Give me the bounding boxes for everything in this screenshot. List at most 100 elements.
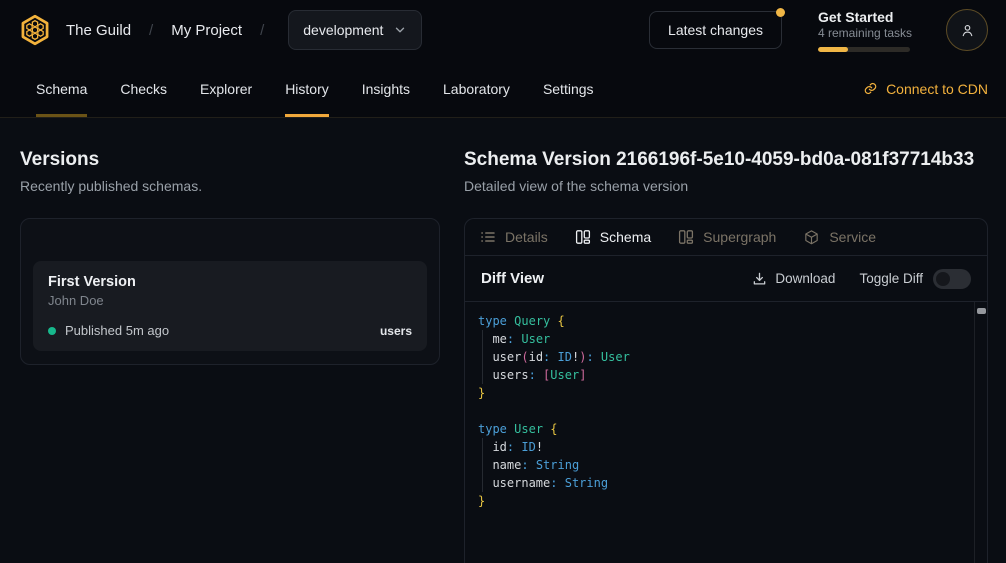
indent-guide [482, 438, 483, 492]
versions-title: Versions [20, 148, 440, 172]
user-avatar[interactable] [946, 9, 988, 51]
code-line: type User { [478, 420, 961, 438]
code-token: ID [558, 350, 572, 364]
code-token: username [492, 476, 550, 490]
breadcrumb-separator: / [145, 22, 157, 39]
code-token: ( [521, 350, 528, 364]
environment-selector-value: development [303, 22, 383, 38]
code-token: User [601, 350, 630, 364]
detail-tab-details[interactable]: Details [480, 229, 548, 245]
connect-to-cdn-link[interactable]: Connect to CDN [863, 60, 988, 117]
detail-tab-service[interactable]: Service [803, 229, 876, 246]
schema-code-viewer[interactable]: type Query { me: User user(id: ID!): Use… [465, 302, 987, 563]
code-token [478, 440, 492, 454]
get-started-widget[interactable]: Get Started 4 remaining tasks [818, 9, 910, 52]
code-token: me [492, 332, 506, 346]
version-list-item[interactable]: First Version John Doe Published 5m ago … [33, 261, 427, 351]
schema-version-subtitle: Detailed view of the schema version [464, 178, 988, 194]
versions-subtitle: Recently published schemas. [20, 178, 440, 194]
hive-logo-icon[interactable] [18, 13, 52, 47]
detail-tab-schema[interactable]: Schema [575, 229, 651, 245]
detail-tab-label: Service [829, 229, 876, 245]
version-author: John Doe [48, 293, 412, 308]
nav-tab-history[interactable]: History [285, 60, 329, 117]
code-line: type Query { [478, 312, 961, 330]
nav-tab-insights[interactable]: Insights [362, 60, 410, 117]
code-token [529, 458, 536, 472]
environment-selector[interactable]: development [288, 10, 422, 50]
download-icon [752, 271, 767, 286]
code-line: } [478, 492, 961, 510]
code-token: users [492, 368, 528, 382]
detail-tab-label: Schema [600, 229, 651, 245]
code-token: } [478, 386, 485, 400]
code-line: name: String [478, 456, 961, 474]
code-lines: type Query { me: User user(id: ID!): Use… [478, 312, 961, 510]
code-token: : [521, 458, 528, 472]
code-token [550, 314, 557, 328]
get-started-progress-fill [818, 47, 848, 52]
breadcrumb-project[interactable]: My Project [171, 22, 242, 39]
download-label: Download [775, 271, 835, 286]
toggle-knob [936, 272, 950, 286]
code-scrollbar [974, 302, 987, 563]
version-detail-panel: Details Schema Supergraph Service Diff View… [464, 218, 988, 563]
code-token: String [565, 476, 608, 490]
code-token: User [550, 368, 579, 382]
code-token: { [558, 314, 565, 328]
code-token: User [521, 332, 550, 346]
toggle-diff-switch[interactable] [933, 269, 971, 289]
versions-list-card: First Version John Doe Published 5m ago … [20, 218, 440, 365]
code-token: Query [514, 314, 550, 328]
nav-tab-checks[interactable]: Checks [120, 60, 167, 117]
main-content: Versions Recently published schemas. Fir… [0, 118, 1006, 563]
code-scrollbar-thumb[interactable] [977, 308, 986, 314]
code-token [557, 476, 564, 490]
code-token: User [514, 422, 543, 436]
code-token: name [492, 458, 521, 472]
detail-tab-label: Supergraph [703, 229, 776, 245]
nav-tab-settings[interactable]: Settings [543, 60, 594, 117]
code-line [478, 402, 961, 420]
latest-changes-button[interactable]: Latest changes [649, 11, 782, 49]
code-line: id: ID! [478, 438, 961, 456]
detail-tabs: Details Schema Supergraph Service [465, 219, 987, 256]
diff-toolbar: Diff View Download Toggle Diff [465, 256, 987, 302]
code-token [536, 368, 543, 382]
detail-tab-supergraph[interactable]: Supergraph [678, 229, 776, 245]
code-token [550, 350, 557, 364]
download-button[interactable]: Download [752, 271, 835, 286]
code-token: : [586, 350, 593, 364]
link-icon [863, 81, 878, 96]
primary-nav: Schema Checks Explorer History Insights Labor… [0, 60, 1006, 118]
version-service-badge: users [380, 324, 412, 338]
nav-tabs: Schema Checks Explorer History Insights Labor… [36, 60, 627, 117]
version-name: First Version [48, 274, 412, 290]
person-icon [959, 22, 976, 39]
code-token: ! [536, 440, 543, 454]
list-icon [480, 229, 496, 245]
notification-dot [776, 8, 785, 17]
versions-panel: Versions Recently published schemas. Fir… [20, 148, 440, 563]
published-status-dot [48, 327, 56, 335]
code-token [594, 350, 601, 364]
code-token: ID [521, 440, 535, 454]
columns-icon [575, 229, 591, 245]
breadcrumb-org[interactable]: The Guild [66, 22, 131, 39]
nav-tab-schema[interactable]: Schema [36, 60, 87, 117]
get-started-progress-bar [818, 47, 910, 52]
code-token: user [492, 350, 521, 364]
code-token: type [478, 314, 507, 328]
cube-icon [803, 229, 820, 246]
nav-tab-explorer[interactable]: Explorer [200, 60, 252, 117]
code-token [478, 476, 492, 490]
code-line: } [478, 384, 961, 402]
get-started-subtitle: 4 remaining tasks [818, 26, 910, 41]
connect-to-cdn-label: Connect to CDN [886, 81, 988, 97]
code-token [478, 332, 492, 346]
nav-tab-laboratory[interactable]: Laboratory [443, 60, 510, 117]
code-token: id [529, 350, 543, 364]
code-token: type [478, 422, 507, 436]
code-line: users: [User] [478, 366, 961, 384]
latest-changes-label: Latest changes [668, 22, 763, 38]
